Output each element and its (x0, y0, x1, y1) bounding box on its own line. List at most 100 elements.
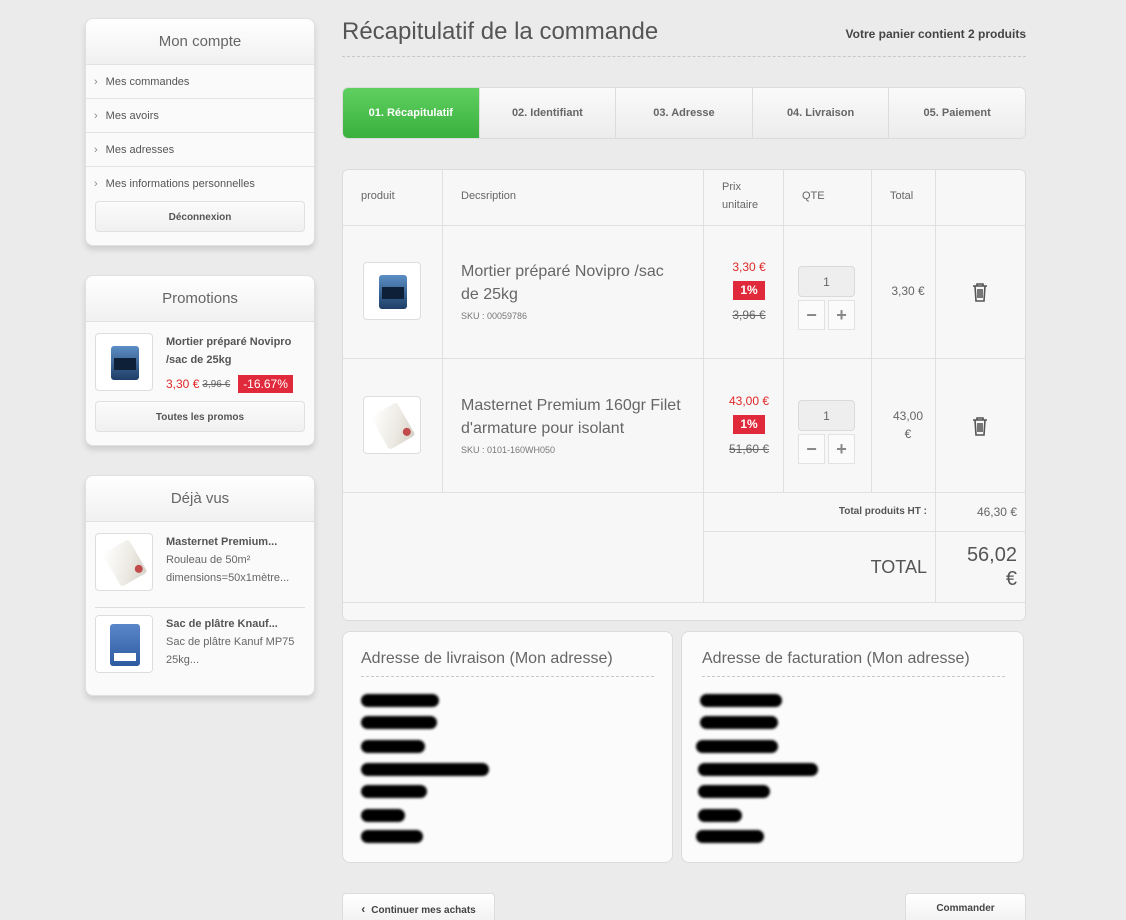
row-divider (343, 602, 1025, 603)
row-total-line1: 3,30 € (891, 284, 925, 298)
column-divider (935, 170, 936, 602)
header-total: Total (890, 190, 914, 202)
redacted-text (696, 740, 778, 753)
viewed-product-desc-line1: Sac de plâtre Kanuf MP75 (166, 636, 295, 648)
account-panel: Mon compte › Mes commandes › Mes avoirs › M… (85, 18, 315, 246)
chevron-right-icon: › (94, 144, 98, 156)
redacted-text (698, 785, 770, 798)
account-item-label: Mes commandes (105, 76, 190, 88)
trash-icon[interactable] (971, 282, 989, 302)
redacted-text (361, 785, 427, 798)
chevron-left-icon: ‹ (361, 902, 366, 916)
discount-badge: 1% (733, 281, 765, 300)
row-total: 43,00 € (877, 407, 939, 443)
step-login[interactable]: 02. Identifiant (478, 88, 616, 138)
header-unit-price-line2: unitaire (722, 199, 759, 211)
quantity-increase-button[interactable]: + (828, 434, 855, 464)
step-summary[interactable]: 01. Récapitulatif (343, 88, 479, 138)
continue-shopping-button[interactable]: ‹ Continuer mes achats (342, 893, 495, 920)
redacted-text (698, 809, 742, 822)
chevron-right-icon: › (94, 110, 98, 122)
column-divider (871, 170, 872, 492)
old-unit-price: 3,96 € (732, 308, 766, 322)
column-divider (442, 170, 443, 492)
address-divider (702, 676, 1005, 677)
product-name-line2: d'armature pour isolant (461, 420, 625, 437)
order-button[interactable]: Commander (905, 893, 1026, 920)
recently-viewed-title: Déjà vus (86, 476, 314, 522)
viewed-product-image[interactable] (95, 533, 153, 591)
promo-product-name[interactable]: Mortier préparé Novipro /sac de 25kg (166, 333, 291, 369)
viewed-product-image[interactable] (95, 615, 153, 673)
redacted-text (361, 809, 405, 822)
row-total-line2: € (904, 427, 912, 441)
promotions-panel: Promotions Mortier préparé Novipro /sac … (85, 275, 315, 446)
header-unit-price: Prix unitaire (722, 178, 758, 214)
account-item-credits[interactable]: › Mes avoirs (86, 99, 314, 133)
chevron-right-icon: › (94, 178, 98, 190)
column-divider (703, 170, 704, 602)
quantity-decrease-button[interactable]: − (798, 300, 825, 330)
promo-product-name-line2: /sac de 25kg (166, 354, 232, 366)
account-item-label: Mes informations personnelles (105, 178, 255, 190)
viewed-product-desc-line2: 25kg... (166, 654, 200, 666)
quantity-decrease-button[interactable]: − (798, 434, 825, 464)
recently-viewed-panel: Déjà vus Masternet Premium... Rouleau de… (85, 475, 315, 696)
promo-price-row: 3,30 € 3,96 € -16.67% (166, 375, 293, 393)
step-payment[interactable]: 05. Paiement (888, 88, 1025, 138)
product-sku: SKU : 0101-160WH050 (461, 445, 556, 455)
address-divider (361, 676, 654, 677)
total-value: 56,02 € (947, 543, 1017, 591)
continue-shopping-label: Continuer mes achats (371, 905, 476, 916)
viewed-product-name[interactable]: Masternet Premium... (166, 533, 277, 551)
viewed-divider (95, 607, 305, 608)
header-unit-price-line1: Prix (722, 181, 741, 193)
viewed-product-desc-line1: Rouleau de 50m² (166, 554, 251, 566)
product-name-line1: Masternet Premium 160gr Filet (461, 397, 681, 414)
quantity-increase-button[interactable]: + (828, 300, 855, 330)
row-divider (343, 358, 1025, 359)
discount-badge: 1% (733, 415, 765, 434)
logout-button[interactable]: Déconnexion (95, 201, 305, 232)
viewed-product-desc: Sac de plâtre Kanuf MP75 25kg... (166, 633, 294, 669)
account-item-personal-info[interactable]: › Mes informations personnelles (86, 167, 314, 201)
step-address[interactable]: 03. Adresse (615, 88, 752, 138)
unit-price: 43,00 € (728, 394, 770, 408)
redacted-text (361, 716, 437, 729)
product-name-line1: Mortier préparé Novipro /sac (461, 263, 664, 280)
total-value-line1: 56,02 (966, 544, 1017, 566)
viewed-product-desc: Rouleau de 50m² dimensions=50x1mètre... (166, 551, 289, 587)
unit-price: 3,30 € (732, 260, 766, 274)
header-qty: QTE (802, 190, 825, 202)
quantity-input[interactable]: 1 (798, 400, 855, 431)
billing-address-title: Adresse de facturation (Mon adresse) (702, 650, 970, 667)
checkout-steps: 01. Récapitulatif 02. Identifiant 03. Ad… (342, 87, 1026, 139)
promo-price: 3,30 € (166, 377, 200, 391)
redacted-text (361, 740, 425, 753)
promo-old-price: 3,96 € (202, 378, 231, 390)
promo-discount-badge: -16.67% (238, 375, 293, 393)
redacted-text (361, 830, 423, 843)
account-item-addresses[interactable]: › Mes adresses (86, 133, 314, 167)
product-name-line2: de 25kg (461, 286, 518, 303)
product-image[interactable] (363, 262, 421, 320)
quantity-input[interactable]: 1 (798, 266, 855, 297)
promo-product-image[interactable] (95, 333, 153, 391)
step-shipping[interactable]: 04. Livraison (751, 88, 889, 138)
account-panel-title: Mon compte (86, 19, 314, 65)
account-item-orders[interactable]: › Mes commandes (86, 65, 314, 99)
viewed-product-desc-line2: dimensions=50x1mètre... (166, 572, 290, 584)
all-promos-button[interactable]: Toutes les promos (95, 401, 305, 432)
trash-icon[interactable] (971, 416, 989, 436)
redacted-text (700, 716, 778, 729)
subtotal-label: Total produits HT : (838, 506, 927, 517)
redacted-text (361, 763, 489, 776)
product-name[interactable]: Mortier préparé Novipro /sac de 25kg (461, 260, 701, 306)
product-name[interactable]: Masternet Premium 160gr Filet d'armature… (461, 394, 701, 440)
viewed-product-name[interactable]: Sac de plâtre Knauf... (166, 615, 278, 633)
delivery-address-title: Adresse de livraison (Mon adresse) (361, 650, 613, 667)
redacted-text (361, 694, 439, 707)
product-image[interactable] (363, 396, 421, 454)
total-value-line2: € (1005, 568, 1017, 590)
billing-address-box: Adresse de facturation (Mon adresse) (681, 631, 1024, 863)
